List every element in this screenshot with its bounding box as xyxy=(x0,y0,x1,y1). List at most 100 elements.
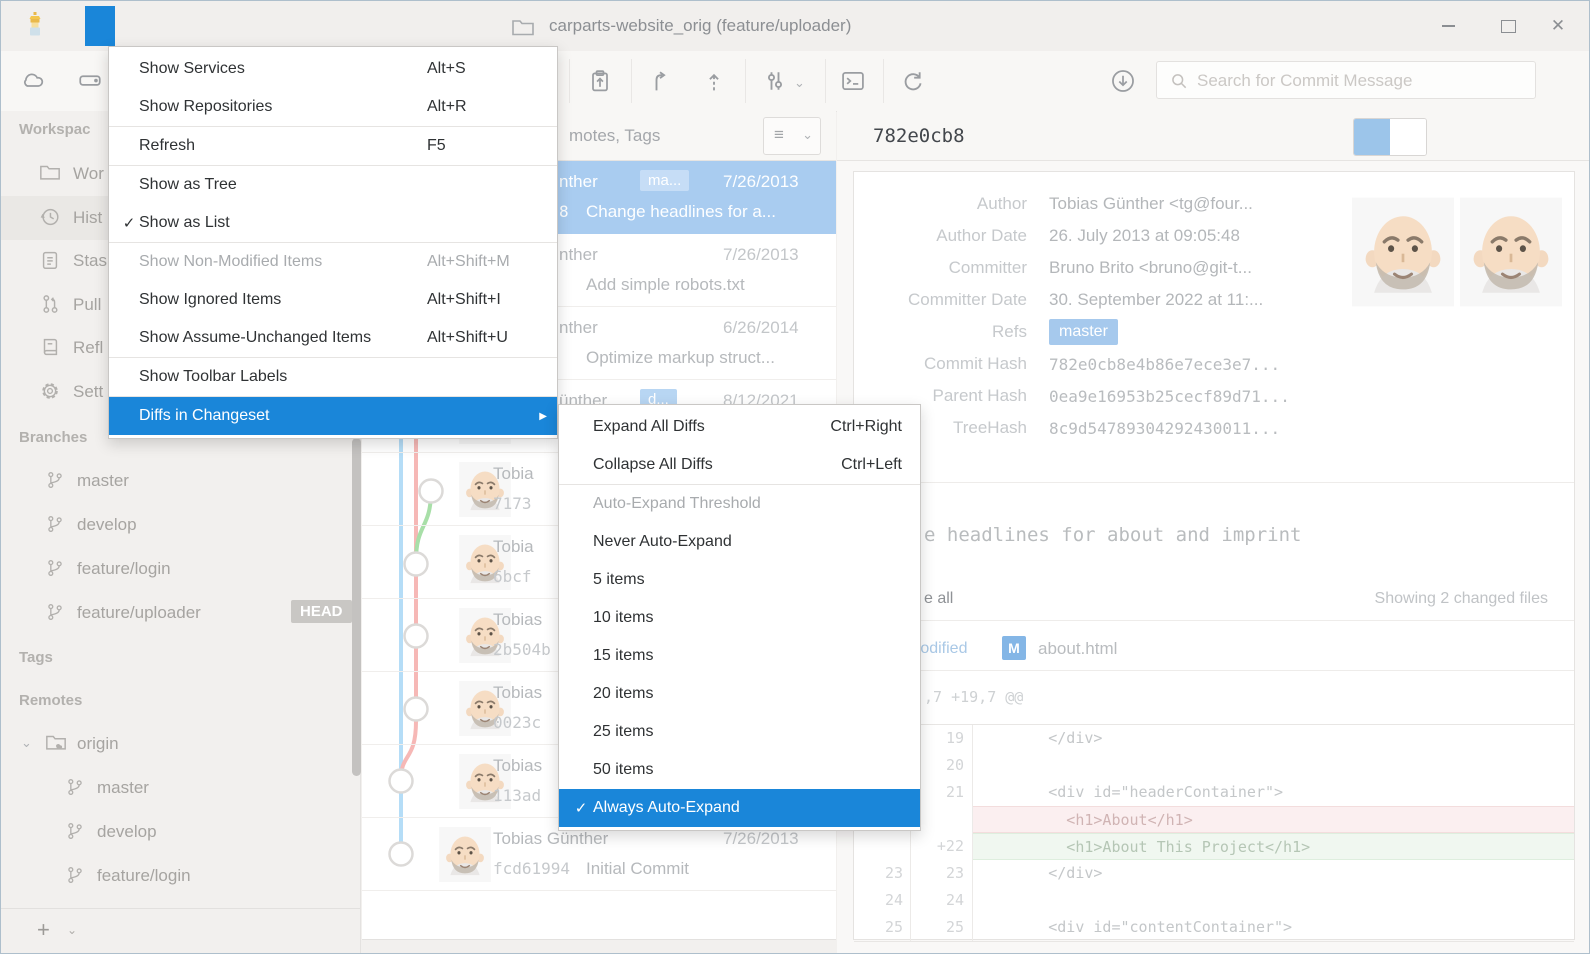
gear-icon xyxy=(39,380,61,402)
chevron-down-icon[interactable]: ⌄ xyxy=(21,735,32,751)
new-line-number: +22 xyxy=(911,833,973,860)
chevron-down-icon[interactable]: ⌄ xyxy=(794,75,805,91)
submenu-item[interactable]: 50 items xyxy=(559,751,920,789)
view-menu-item[interactable]: Show as Tree xyxy=(109,166,557,204)
field-label: Author Date xyxy=(862,226,1049,246)
submenu-item[interactable]: Collapse All Diffs Ctrl+Left xyxy=(559,446,920,485)
branch-item[interactable]: master xyxy=(1,459,361,503)
old-line-number xyxy=(854,833,911,860)
fetch-icon[interactable] xyxy=(1109,67,1137,95)
commit-hash: 8 xyxy=(559,202,569,221)
commit-message: Change headlines for a... xyxy=(586,202,776,222)
detail-tab[interactable] xyxy=(1390,119,1426,155)
remotes-header[interactable]: Remotes xyxy=(19,692,82,709)
submenu-item[interactable]: Auto-Expand Threshold xyxy=(559,485,920,523)
maximize-button[interactable] xyxy=(1485,1,1531,51)
add-repo-button[interactable]: + xyxy=(37,917,50,943)
commit-message: Initial Commit xyxy=(586,859,689,879)
collapse-all-link[interactable]: e all xyxy=(924,590,953,608)
view-menu-item[interactable]: Show Assume-Unchanged Items Alt+Shift+U xyxy=(109,319,557,358)
detail-header: 782e0cb8 xyxy=(837,111,1590,161)
diff-row: 21 21 <div id="headerContainer"> xyxy=(854,779,1574,806)
commit-detail-panel: 782e0cb8 Author Tobias Günther <tg@four.… xyxy=(837,111,1590,954)
search-input[interactable] xyxy=(1195,62,1529,100)
diff-table: 19 19 </div> 20 20 21 21 <div id="header… xyxy=(854,724,1574,942)
changed-file-row[interactable]: modified M about.html xyxy=(854,630,1574,672)
commit-search[interactable] xyxy=(1156,61,1536,99)
terminal-icon[interactable] xyxy=(839,67,867,95)
chevron-down-icon[interactable]: ⌄ xyxy=(67,923,77,937)
menubar-item[interactable] xyxy=(175,6,205,46)
view-menu-item[interactable]: Show Repositories Alt+R xyxy=(109,88,557,127)
submenu-item[interactable]: 20 items xyxy=(559,675,920,713)
view-menu-item[interactable]: Show Toolbar Labels xyxy=(109,358,557,397)
branch-icon xyxy=(65,864,85,886)
branches-header: Branches xyxy=(19,429,87,446)
field-value: master xyxy=(1049,319,1118,345)
hamburger-icon: ≡ xyxy=(774,125,784,145)
folder-icon xyxy=(39,162,61,182)
diff-row: 24 24 xyxy=(854,887,1574,914)
view-menu-item[interactable]: Refresh F5 xyxy=(109,127,557,166)
submenu-item[interactable]: 10 items xyxy=(559,599,920,637)
title-bar: carparts-website_orig (feature/uploader)… xyxy=(1,1,1589,51)
field-value: 30. September 2022 at 11:... xyxy=(1049,290,1263,310)
menubar-item[interactable] xyxy=(145,6,175,46)
commit-date: 6/26/2014 xyxy=(723,318,799,338)
view-menu-item[interactable]: Show Ignored Items Alt+Shift+I xyxy=(109,281,557,319)
cloud-icon[interactable] xyxy=(21,67,47,93)
diff-row: 19 19 </div> xyxy=(854,725,1574,752)
remote-branch-item[interactable]: develop xyxy=(1,810,361,854)
submenu-item[interactable]: 5 items xyxy=(559,561,920,599)
commit-author: nther xyxy=(559,318,598,338)
branch-icon xyxy=(45,557,65,579)
submenu-item[interactable]: ✓ Always Auto-Expand xyxy=(559,789,920,827)
view-menu-item[interactable]: Show Non-Modified Items Alt+Shift+M xyxy=(109,243,557,281)
code-line: <div id="headerContainer"> xyxy=(973,779,1574,806)
remote-branch-item[interactable]: master xyxy=(1,766,361,810)
field-value: 26. July 2013 at 09:05:48 xyxy=(1049,226,1240,246)
filter-button[interactable]: ≡ ⌄ xyxy=(763,117,821,155)
submenu-arrow-icon: ▶ xyxy=(539,411,547,422)
app-logo-icon xyxy=(23,12,47,40)
view-menu-item[interactable]: ✓ Show as List xyxy=(109,204,557,243)
sidebar-scrollbar[interactable] xyxy=(352,438,361,776)
tags-header[interactable]: Tags xyxy=(19,649,53,666)
code-line: </div> xyxy=(973,725,1574,752)
remote-origin[interactable]: ⌄ origin xyxy=(1,722,361,766)
changed-files-count: Showing 2 changed files xyxy=(1375,590,1548,608)
commit-hash: 2b504b xyxy=(493,640,551,659)
remote-branch-item[interactable]: feature/login xyxy=(1,854,361,898)
submenu-item[interactable]: Never Auto-Expand xyxy=(559,523,920,561)
minimize-button[interactable] xyxy=(1425,1,1471,51)
view-menu-item[interactable]: Diffs in Changeset ▶ xyxy=(109,397,557,435)
commit-field-row: Committer Date 30. September 2022 at 11:… xyxy=(862,284,1562,316)
shortcut-label: Ctrl+Right xyxy=(830,418,902,436)
merge-icon[interactable] xyxy=(646,67,674,95)
view-menu-item[interactable]: Show Services Alt+S xyxy=(109,50,557,88)
drive-icon[interactable] xyxy=(77,67,103,93)
stash-apply-icon[interactable] xyxy=(586,67,614,95)
commit-date: 7/26/2013 xyxy=(723,829,799,849)
submenu-item[interactable]: 25 items xyxy=(559,713,920,751)
menubar-item[interactable] xyxy=(85,6,115,46)
refresh-icon[interactable] xyxy=(899,67,927,95)
branch-item[interactable]: feature/uploader HEAD xyxy=(1,591,361,635)
push-icon[interactable] xyxy=(700,67,728,95)
close-button[interactable]: ✕ xyxy=(1535,1,1581,51)
menubar-item[interactable] xyxy=(115,6,145,46)
author-avatar xyxy=(1352,192,1454,312)
menubar-item[interactable] xyxy=(55,6,85,46)
repo-folder-icon xyxy=(511,17,535,37)
branch-item[interactable]: develop xyxy=(1,503,361,547)
commit-field-row: Committer Bruno Brito <bruno@git-t... xyxy=(862,252,1562,284)
pull-request-icon xyxy=(39,293,61,315)
commit-list-footer xyxy=(362,939,836,954)
history-options-icon[interactable] xyxy=(761,67,789,95)
commit-field-row: Author Date 26. July 2013 at 09:05:48 xyxy=(862,220,1562,252)
submenu-item[interactable]: 15 items xyxy=(559,637,920,675)
branch-item[interactable]: feature/login xyxy=(1,547,361,591)
detail-tab[interactable] xyxy=(1354,119,1390,155)
commit-author: Tobias Günther xyxy=(493,829,608,849)
submenu-item[interactable]: Expand All Diffs Ctrl+Right xyxy=(559,408,920,446)
